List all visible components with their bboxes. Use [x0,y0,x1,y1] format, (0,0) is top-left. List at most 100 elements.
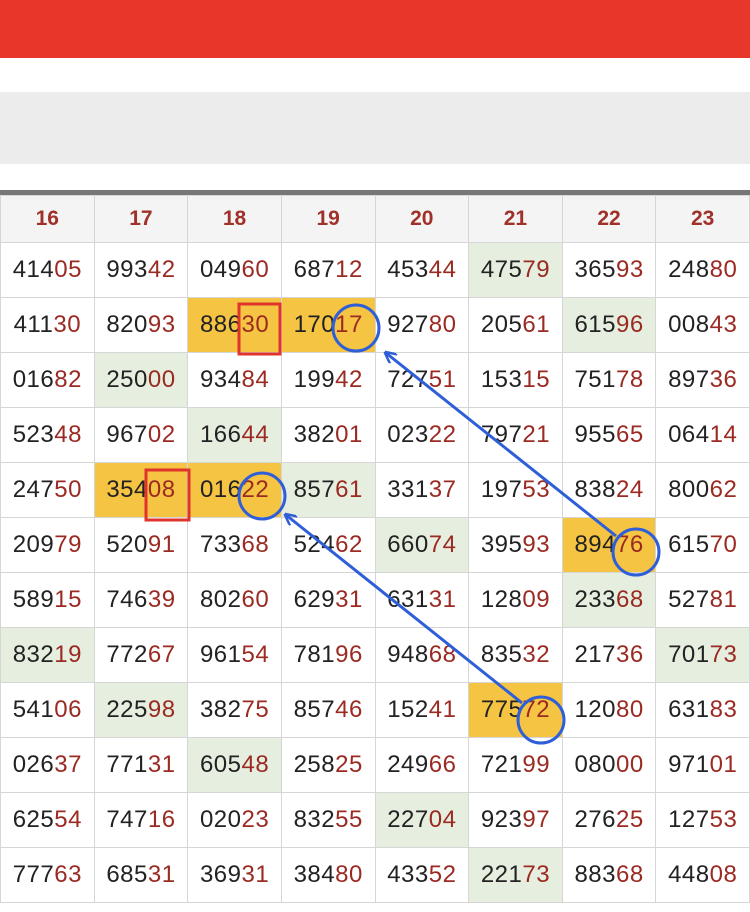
number-head-digits: 016 [199,476,242,503]
number-cell: 25000 [93,352,189,408]
number-head-digits: 382 [293,421,336,448]
number-tail-digits: 80 [615,696,644,723]
number-cell: 63131 [374,572,470,628]
number-cell: 17017 [280,297,376,353]
number-head-digits: 771 [106,751,148,778]
number-tail-digits: 46 [335,696,363,723]
number-cell: 20979 [0,517,95,573]
number-cell: 95565 [561,407,657,463]
number-head-digits: 384 [293,861,336,888]
number-cell: 52348 [0,407,95,463]
number-head-digits: 049 [199,256,242,283]
number-head-digits: 660 [387,531,429,558]
number-tail-digits: 01 [709,751,738,778]
number-cell: 36593 [561,242,657,298]
number-cell: 02023 [187,792,282,848]
number-cell: 61596 [561,297,657,353]
number-cell: 12753 [655,792,750,848]
number-tail-digits: 62 [709,476,738,503]
number-cell: 83255 [280,792,376,848]
number-head-digits: 411 [13,311,54,338]
number-tail-digits: 80 [428,311,457,338]
number-head-digits: 225 [106,696,148,723]
number-tail-digits: 93 [522,531,551,558]
number-cell: 97101 [655,737,750,793]
number-tail-digits: 81 [709,586,738,613]
number-head-digits: 751 [574,366,616,393]
number-cell: 74716 [93,792,189,848]
number-cell: 82093 [93,297,189,353]
number-tail-digits: 31 [147,861,176,888]
number-cell: 12080 [561,682,657,738]
column-header: 23 [655,195,750,243]
number-cell: 22173 [468,847,563,903]
number-head-digits: 276 [574,806,616,833]
table-row: 41130 82093 88630 17017 92780 20561 61596 00843 [0,297,750,353]
number-head-digits: 687 [293,256,336,283]
table-row: 24750 35408 01622 85761 33137 19753 83824 80062 [0,462,750,518]
number-cell: 54106 [0,682,95,738]
number-cell: 62554 [0,792,95,848]
number-head-digits: 524 [293,531,336,558]
number-cell: 60548 [187,737,282,793]
number-tail-digits: 30 [241,311,270,338]
number-head-digits: 227 [387,806,429,833]
number-head-digits: 153 [480,366,523,393]
number-cell: 01682 [0,352,95,408]
number-head-digits: 120 [574,696,616,723]
number-tail-digits: 80 [709,256,738,283]
number-tail-digits: 72 [522,696,551,723]
number-cell: 70173 [655,627,750,683]
number-cell: 92397 [468,792,563,848]
number-cell: 15241 [374,682,470,738]
number-tail-digits: 05 [54,256,82,283]
number-cell: 15315 [468,352,563,408]
number-cell: 99342 [93,242,189,298]
number-head-digits: 820 [106,311,148,338]
number-head-digits: 835 [480,641,523,668]
number-tail-digits: 16 [147,806,176,833]
table-row: 83219 77267 96154 78196 94868 83532 21736 70173 [0,627,750,683]
column-header: 22 [561,195,657,243]
number-tail-digits: 09 [522,586,551,613]
number-cell: 22598 [93,682,189,738]
number-tail-digits: 42 [335,366,363,393]
number-head-digits: 205 [480,311,523,338]
number-cell: 63183 [655,682,750,738]
number-cell: 92780 [374,297,470,353]
number-tail-digits: 53 [709,806,738,833]
number-tail-digits: 53 [522,476,551,503]
number-tail-digits: 60 [241,256,270,283]
number-cell: 83824 [561,462,657,518]
number-head-digits: 721 [480,751,523,778]
number-tail-digits: 00 [615,751,644,778]
number-head-digits: 857 [293,696,336,723]
number-cell: 25825 [280,737,376,793]
number-cell: 96154 [187,627,282,683]
number-cell: 38201 [280,407,376,463]
number-tail-digits: 31 [241,861,270,888]
number-tail-digits: 73 [522,861,551,888]
number-tail-digits: 54 [241,641,270,668]
number-cell: 85761 [280,462,376,518]
number-head-digits: 857 [293,476,336,503]
number-cell: 62931 [280,572,376,628]
number-head-digits: 615 [574,311,616,338]
number-cell: 02637 [0,737,95,793]
number-tail-digits: 42 [147,256,176,283]
number-cell: 77131 [93,737,189,793]
number-head-digits: 631 [668,696,710,723]
column-header: 17 [93,195,189,243]
number-head-digits: 248 [668,256,710,283]
gray-banner [0,92,750,164]
number-tail-digits: 78 [615,366,644,393]
number-tail-digits: 48 [241,751,270,778]
number-tail-digits: 17 [335,311,363,338]
number-cell: 77763 [0,847,95,903]
number-tail-digits: 36 [615,641,644,668]
number-head-digits: 250 [106,366,148,393]
number-tail-digits: 61 [335,476,363,503]
number-head-digits: 520 [106,531,148,558]
number-head-digits: 832 [293,806,336,833]
number-tail-digits: 12 [335,256,363,283]
